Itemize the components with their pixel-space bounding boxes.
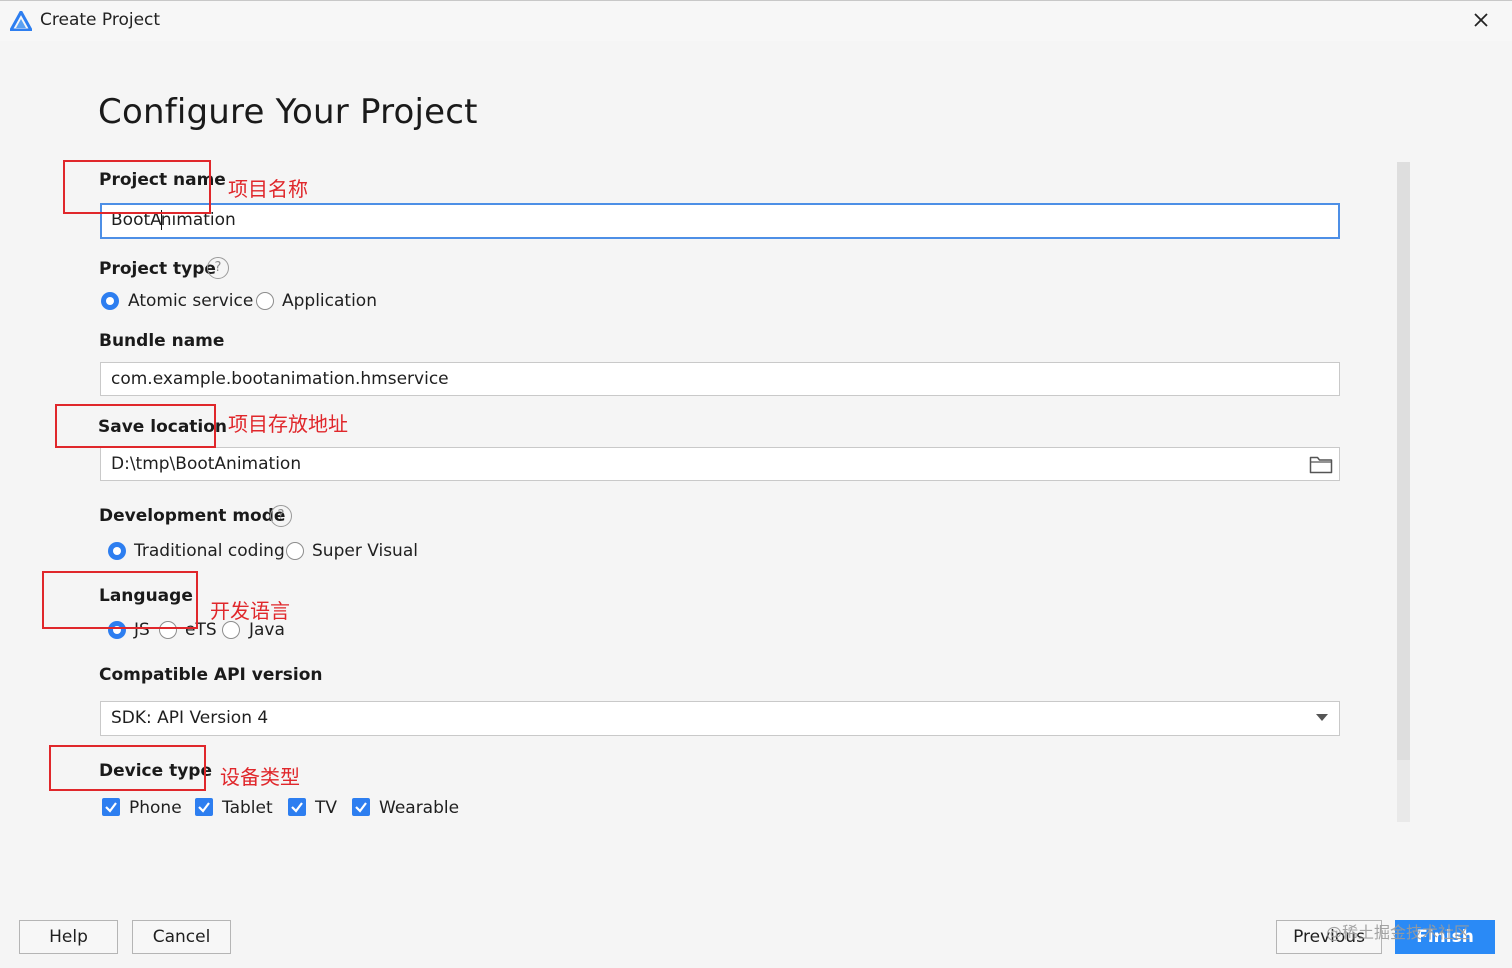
checkbox-wearable-label[interactable]: Wearable (379, 798, 459, 818)
window-title: Create Project (40, 10, 161, 30)
radio-super-visual-label[interactable]: Super Visual (312, 541, 418, 561)
checkbox-phone-label[interactable]: Phone (129, 798, 182, 818)
cancel-button[interactable]: Cancel (132, 920, 231, 954)
page-title: Configure Your Project (98, 92, 478, 132)
folder-icon[interactable] (1309, 454, 1333, 474)
scrollbar-thumb[interactable] (1397, 162, 1410, 760)
annotation-box-language (42, 571, 198, 629)
annotation-box-project-name (63, 160, 211, 214)
annotation-box-save-location (55, 404, 216, 448)
close-icon[interactable] (1470, 9, 1492, 31)
radio-application[interactable] (256, 292, 274, 310)
create-project-dialog: Create Project Configure Your Project Pr… (0, 0, 1512, 968)
radio-traditional-coding-label[interactable]: Traditional coding (134, 541, 285, 561)
project-type-label: Project type (99, 259, 216, 279)
chevron-down-icon[interactable] (1316, 714, 1328, 721)
help-button[interactable]: Help (19, 920, 118, 954)
development-mode-help-icon[interactable]: ? (270, 505, 292, 527)
save-location-input[interactable]: D:\tmp\BootAnimation (100, 447, 1340, 481)
annotation-box-device-type (49, 745, 206, 791)
checkbox-phone[interactable] (102, 798, 120, 816)
bundle-name-input[interactable]: com.example.bootanimation.hmservice (100, 362, 1340, 396)
checkbox-tv-label[interactable]: TV (315, 798, 337, 818)
checkmark-icon (105, 802, 117, 813)
project-type-help-icon[interactable]: ? (207, 257, 229, 279)
checkbox-tv[interactable] (288, 798, 306, 816)
development-mode-label: Development mode (99, 506, 286, 526)
watermark: @稀土掘金技术社区 (1326, 923, 1471, 942)
api-version-label: Compatible API version (99, 665, 323, 685)
checkbox-wearable[interactable] (352, 798, 370, 816)
radio-atomic-service[interactable] (101, 292, 119, 310)
checkbox-tablet-label[interactable]: Tablet (222, 798, 273, 818)
radio-atomic-service-label[interactable]: Atomic service (128, 291, 253, 311)
api-version-select[interactable]: SDK: API Version 4 (100, 701, 1340, 736)
bundle-name-label: Bundle name (99, 331, 225, 351)
annotation-project-name: 项目名称 (228, 177, 308, 201)
checkmark-icon (198, 802, 210, 813)
checkmark-icon (355, 802, 367, 813)
title-bar: Create Project (0, 0, 1512, 41)
app-logo-icon (10, 11, 32, 31)
checkmark-icon (291, 802, 303, 813)
radio-application-label[interactable]: Application (282, 291, 377, 311)
radio-traditional-coding[interactable] (108, 542, 126, 560)
annotation-device-type: 设备类型 (220, 765, 300, 789)
annotation-save-location: 项目存放地址 (228, 412, 348, 436)
project-name-input[interactable]: BootAnimation (100, 203, 1340, 239)
annotation-language: 开发语言 (210, 599, 290, 623)
checkbox-tablet[interactable] (195, 798, 213, 816)
radio-super-visual[interactable] (286, 542, 304, 560)
